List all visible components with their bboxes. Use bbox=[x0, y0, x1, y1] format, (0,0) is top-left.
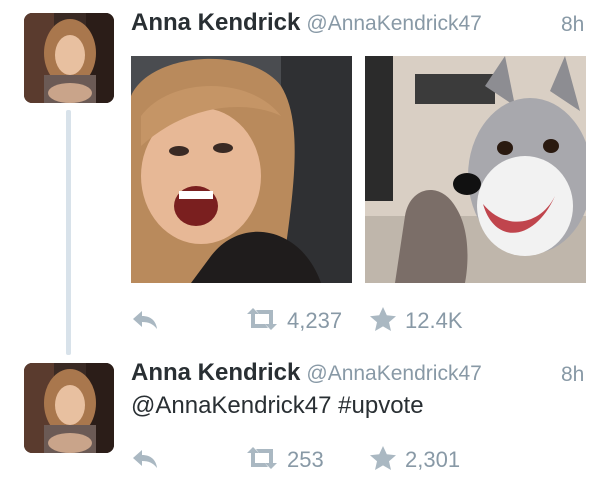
retweet-button[interactable]: 4,237 bbox=[245, 306, 342, 336]
favorite-button[interactable]: 2,301 bbox=[369, 445, 460, 475]
reply-button[interactable] bbox=[131, 306, 159, 336]
favorite-count: 2,301 bbox=[405, 447, 461, 472]
user-name[interactable]: Anna Kendrick bbox=[131, 359, 300, 386]
retweet-button[interactable]: 253 bbox=[245, 445, 324, 475]
star-icon bbox=[369, 445, 397, 476]
conversation-thread-line bbox=[66, 110, 71, 355]
retweet-count: 4,237 bbox=[287, 308, 343, 333]
reply-button[interactable] bbox=[131, 445, 159, 475]
reply-icon bbox=[131, 447, 159, 474]
favorite-count: 12.4K bbox=[405, 308, 463, 333]
tweet-header: Anna Kendrick @AnnaKendrick47 bbox=[131, 9, 482, 39]
tweet-text: @AnnaKendrick47 #upvote bbox=[131, 392, 424, 419]
avatar[interactable] bbox=[24, 363, 114, 453]
user-handle[interactable]: @AnnaKendrick47 bbox=[306, 362, 481, 385]
tweet-header: Anna Kendrick @AnnaKendrick47 bbox=[131, 359, 482, 389]
user-name[interactable]: Anna Kendrick bbox=[131, 9, 300, 36]
retweet-icon bbox=[245, 446, 279, 475]
retweet-icon bbox=[245, 307, 279, 336]
favorite-button[interactable]: 12.4K bbox=[369, 306, 463, 336]
star-icon bbox=[369, 306, 397, 337]
reply-icon bbox=[131, 308, 159, 335]
husky-dog-photo[interactable] bbox=[365, 56, 586, 283]
user-handle[interactable]: @AnnaKendrick47 bbox=[306, 12, 481, 35]
woman-laughing-photo[interactable] bbox=[131, 56, 352, 283]
retweet-count: 253 bbox=[287, 447, 324, 472]
tweet-timestamp[interactable]: 8h bbox=[561, 13, 584, 37]
tweet-timestamp[interactable]: 8h bbox=[561, 363, 584, 387]
avatar[interactable] bbox=[24, 13, 114, 103]
